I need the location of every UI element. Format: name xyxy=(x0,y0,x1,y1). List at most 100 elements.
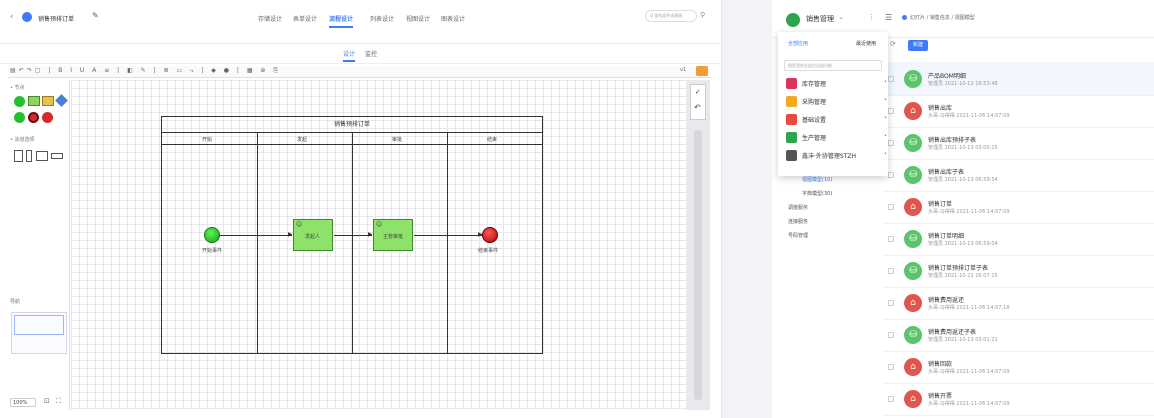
diagram-canvas[interactable]: 销售预排订单 开始 发起 审批 结束 ▶ ▶ ▶ 开始事件 ☺ 发起人 ☺ 主管… xyxy=(71,80,686,410)
list-item[interactable]: ⛁ 销售出库子表 管理员 2021-10-13 06:59:54 xyxy=(884,158,1154,192)
edit-title-icon[interactable]: ✎ xyxy=(92,11,99,20)
pool-title: 销售预排订单 xyxy=(162,117,542,133)
fit-icon[interactable]: ⊡ xyxy=(44,397,50,405)
menu-item-purchase[interactable]: 采购管理 • xyxy=(786,94,888,110)
toolbar-icons[interactable]: ▤↶↷▢ | B I U A ≡ | ◧ ✎ | ≣ ▭ ⤷ | ◆ ● | ▦… xyxy=(10,67,281,75)
new-button[interactable]: 新建 xyxy=(908,40,928,51)
search-input[interactable]: Q 查找组件或模板 xyxy=(650,13,682,19)
tab-all-apps[interactable]: 全部应用 xyxy=(788,40,808,47)
settings-icon[interactable] xyxy=(696,66,708,76)
row-checkbox[interactable] xyxy=(888,300,894,306)
list-item[interactable]: ⌂ 销售出库 大哥-马得得 2021-11-06 14:07:09 xyxy=(884,94,1154,128)
vertical-pool-shape[interactable] xyxy=(14,150,23,162)
app-search-field[interactable]: 搜索我的全部应用或功能 xyxy=(784,60,882,71)
palette-section-lanes: • 泳道选项 xyxy=(10,137,35,143)
palette-section-nodes: • 节点 xyxy=(10,85,25,91)
sidebar-item-numbering[interactable]: 号码管理 xyxy=(788,232,808,239)
designer-title: 销售预排订单 xyxy=(38,16,75,23)
sequence-flow[interactable] xyxy=(414,235,482,236)
tab-chart[interactable]: 图表设计 xyxy=(441,14,465,23)
sequence-flow[interactable] xyxy=(334,235,372,236)
intermediate-event-shape[interactable] xyxy=(14,112,25,123)
list-item[interactable]: ⛁ 销售订单明细 管理员 2021-10-13 06:59:04 xyxy=(884,222,1154,256)
list-item[interactable]: ⌂ 销售费用返还 大哥-马得得 2021-11-06 14:07:18 xyxy=(884,286,1154,320)
list-item[interactable]: ⌂ 销售开票 大哥-马得得 2021-11-06 14:07:09 xyxy=(884,382,1154,416)
vertical-lane-shape[interactable] xyxy=(26,150,32,162)
tab-form[interactable]: 表单设计 xyxy=(293,14,317,23)
start-event-node[interactable] xyxy=(204,227,220,243)
list-item[interactable]: ⛁ 销售出库预排子表 管理员 2021-10-13 03:00:25 xyxy=(884,126,1154,160)
list-item[interactable]: ⌂ 销售订单 大哥-马得得 2021-11-06 14:07:09 xyxy=(884,190,1154,224)
list-item[interactable]: ⌂ 销售回款 大哥-马得得 2021-11-06 14:07:09 xyxy=(884,350,1154,384)
row-meta: 大哥-马得得 2021-11-06 14:07:18 xyxy=(928,305,1010,311)
gear-icon xyxy=(786,150,797,161)
fullscreen-icon[interactable]: ⛶ xyxy=(56,397,61,406)
more-icon[interactable]: ⋮ xyxy=(868,13,875,21)
sidebar-item-connection[interactable]: 连接服务 xyxy=(788,218,808,225)
filter-icon[interactable]: ⚲ xyxy=(700,11,705,19)
list-item[interactable]: ⛁ 产品BOM明细 管理员 2021-10-12 16:53:48 xyxy=(884,62,1154,96)
row-checkbox[interactable] xyxy=(888,268,894,274)
sidebar-item-scheduling[interactable]: 调度服务 xyxy=(788,204,808,211)
row-checkbox[interactable] xyxy=(888,140,894,146)
lane-end-label: 结束 xyxy=(487,137,498,143)
menu-item-inventory[interactable]: 库存管理 • xyxy=(786,76,888,92)
subtab-design[interactable]: 设计 xyxy=(343,49,356,62)
task-initiator-node[interactable]: ☺ 发起人 xyxy=(293,219,333,251)
menu-item-basic-settings[interactable]: 基础设置 • xyxy=(786,112,888,128)
minimap-viewport[interactable] xyxy=(14,315,64,335)
lane-approve-label: 审批 xyxy=(392,137,403,143)
task-manager-approval-node[interactable]: ☺ 主管审批 xyxy=(373,219,413,251)
tab-storage[interactable]: 存储设计 xyxy=(258,14,282,23)
row-meta: 管理员 2021-10-22 16:07:15 xyxy=(928,273,998,279)
user-task-shape[interactable] xyxy=(28,96,40,106)
app-name[interactable]: 销售管理 xyxy=(806,14,834,24)
check-icon[interactable]: ✓ xyxy=(695,88,701,96)
app-search-input[interactable]: 搜索我的全部应用或功能 xyxy=(788,63,832,69)
list-item[interactable]: ⛁ 销售订单预排订单子表 管理员 2021-10-22 16:07:15 xyxy=(884,254,1154,288)
zoom-select[interactable]: 100% xyxy=(10,398,36,407)
terminate-event-shape[interactable] xyxy=(42,112,53,123)
search-box[interactable]: Q 查找组件或模板 xyxy=(645,10,697,22)
start-event-shape[interactable] xyxy=(14,96,25,107)
folder-icon xyxy=(786,96,797,107)
back-icon[interactable]: ‹ xyxy=(10,12,14,22)
row-checkbox[interactable] xyxy=(888,396,894,402)
horizontal-pool-shape[interactable] xyxy=(36,151,48,161)
end-event-shape[interactable] xyxy=(28,112,39,123)
menu-icon[interactable]: ☰ xyxy=(885,13,892,22)
subtab-monitor[interactable]: 监控 xyxy=(365,49,377,58)
row-checkbox[interactable] xyxy=(888,172,894,178)
row-checkbox[interactable] xyxy=(888,204,894,210)
menu-item-production[interactable]: 生产管理 • xyxy=(786,130,888,146)
vertical-scrollbar[interactable] xyxy=(694,130,702,400)
row-checkbox[interactable] xyxy=(888,108,894,114)
breadcrumb[interactable]: 幻灯片 / 销售信息 / 视图模型 xyxy=(910,14,975,21)
sequence-flow[interactable] xyxy=(220,235,292,236)
menu-item-outsourcing[interactable]: 鑫沣·外协管理STZH • xyxy=(786,148,888,164)
script-task-shape[interactable] xyxy=(42,96,54,106)
refresh-icon[interactable]: ⟳ xyxy=(890,40,896,48)
row-checkbox[interactable] xyxy=(888,76,894,82)
list-item[interactable]: ⛁ 销售费用返还子表 管理员 2021-10-13 03:01:21 xyxy=(884,318,1154,352)
row-checkbox[interactable] xyxy=(888,332,894,338)
gateway-shape[interactable] xyxy=(55,94,68,107)
row-meta: 管理员 2021-10-13 03:01:21 xyxy=(928,337,998,343)
row-checkbox[interactable] xyxy=(888,236,894,242)
row-checkbox[interactable] xyxy=(888,364,894,370)
row-title: 销售费用返还子表 xyxy=(928,329,977,336)
user-icon: ☺ xyxy=(296,221,303,228)
sidebar-item-view-model[interactable]: 视图模型(10) xyxy=(802,176,832,183)
end-event-node[interactable] xyxy=(482,227,498,243)
tab-recent[interactable]: 最近使用 xyxy=(856,40,876,47)
navigator-minimap[interactable] xyxy=(11,312,67,354)
tab-list[interactable]: 列表设计 xyxy=(370,14,394,23)
sidebar-item-dict-model[interactable]: 字典模型(30) xyxy=(802,190,832,197)
tab-process[interactable]: 流程设计 xyxy=(329,14,354,28)
undo-icon[interactable]: ↶ xyxy=(694,103,701,112)
tab-view[interactable]: 视图设计 xyxy=(406,14,430,23)
swimlane-pool[interactable]: 销售预排订单 开始 发起 审批 结束 ▶ ▶ ▶ 开始事件 ☺ 发起人 ☺ 主管… xyxy=(161,116,543,354)
tools-icon xyxy=(786,114,797,125)
chevron-down-icon[interactable]: ⌄ xyxy=(838,13,844,21)
horizontal-lane-shape[interactable] xyxy=(51,153,63,159)
